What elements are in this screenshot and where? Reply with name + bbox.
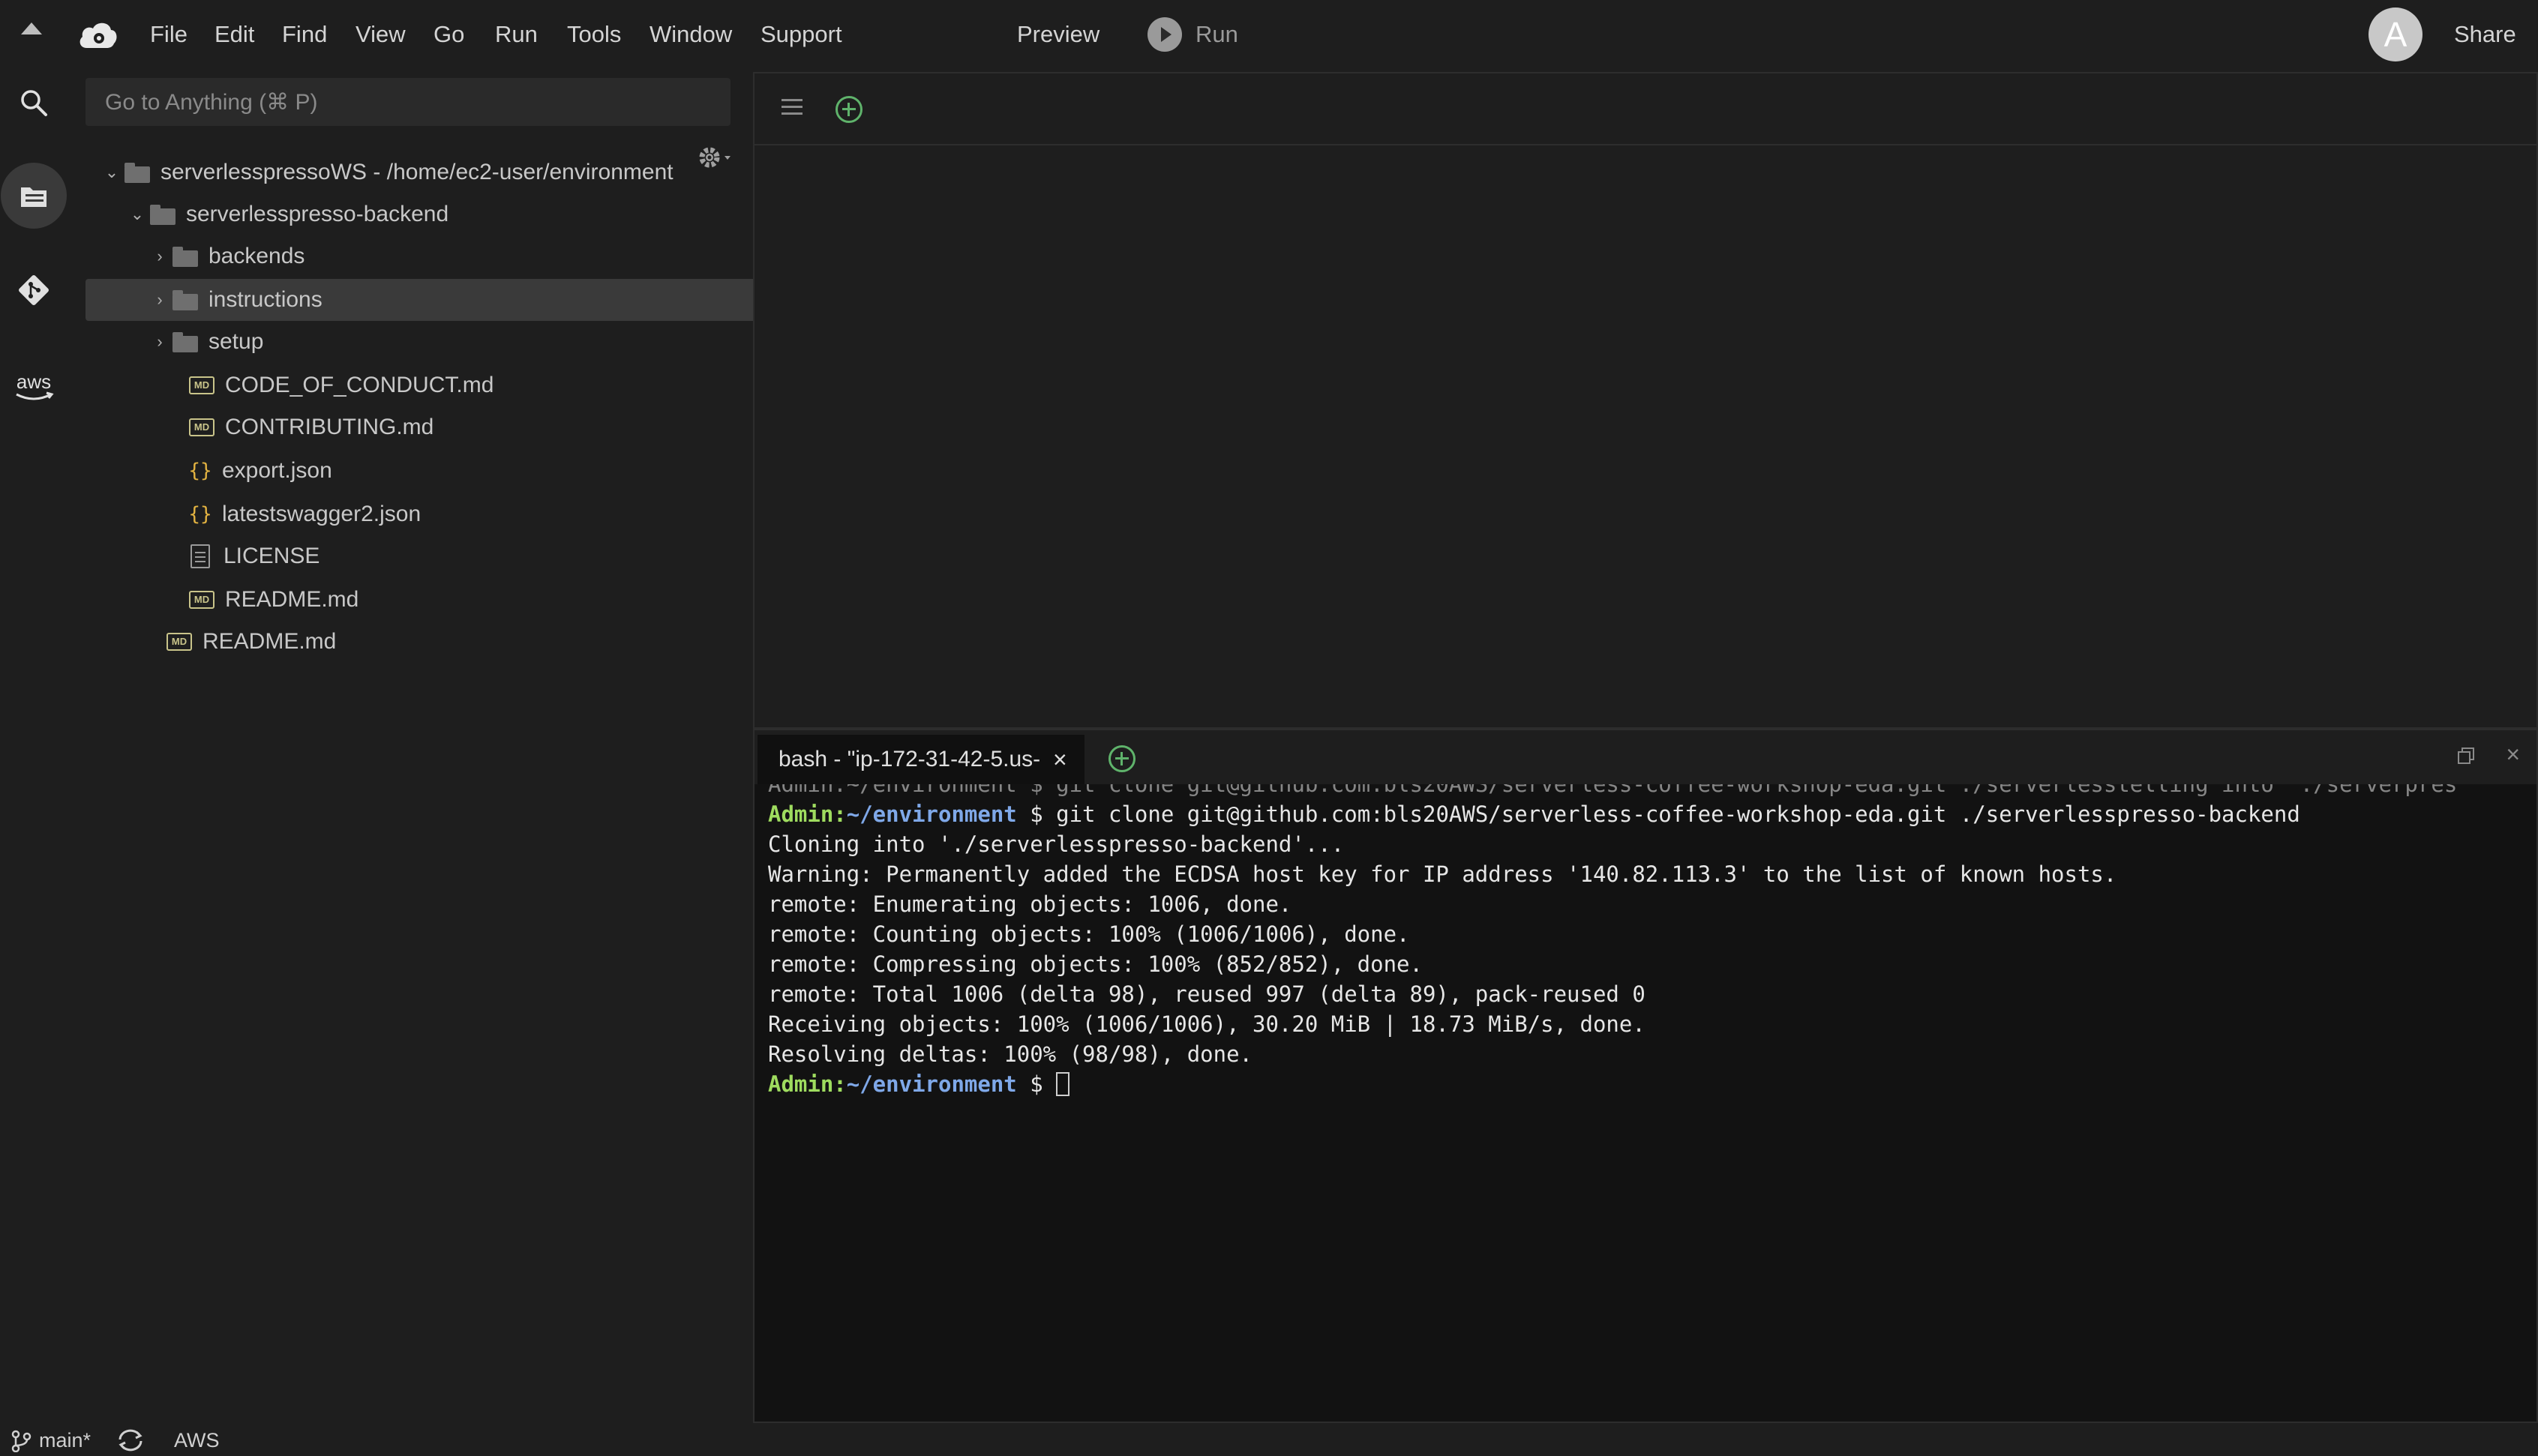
folder-icon	[150, 205, 176, 225]
tree-item-label: setup	[208, 329, 264, 354]
menu-support[interactable]: Support	[760, 19, 842, 49]
menu-run[interactable]: Run	[495, 19, 538, 49]
json-file-icon: {}	[188, 503, 212, 526]
terminal-output[interactable]: Admin:~/environment $ git clone git@gith…	[754, 784, 2536, 1422]
tree-item-export-json[interactable]: {} export.json	[86, 450, 824, 492]
chevron-right-icon[interactable]: ›	[152, 290, 168, 310]
tree-item-label: serverlesspresso-backend	[186, 202, 449, 226]
aws-status[interactable]: AWS	[174, 1429, 220, 1452]
hamburger-menu-icon[interactable]	[782, 99, 802, 115]
tree-item-backends[interactable]: › backends	[86, 235, 790, 277]
chevron-right-icon[interactable]: ›	[152, 247, 168, 266]
new-terminal-plus-icon[interactable]	[1108, 745, 1136, 772]
terminal-output-line: remote: Compressing objects: 100% (852/8…	[768, 951, 1423, 977]
play-icon	[1148, 17, 1182, 52]
file-explorer: ⌄ serverlesspressoWS - /home/ec2-user/en…	[68, 69, 790, 1419]
git-branch-status[interactable]: main*	[10, 1429, 91, 1452]
tree-item-label: serverlesspressoWS - /home/ec2-user/envi…	[160, 160, 674, 184]
menu-go[interactable]: Go	[434, 19, 464, 49]
files-icon[interactable]	[0, 162, 68, 229]
search-icon[interactable]	[0, 69, 68, 136]
collapse-menu-caret-icon[interactable]	[21, 22, 42, 34]
chevron-right-icon[interactable]: ›	[152, 332, 168, 352]
chevron-down-icon[interactable]: ⌄	[104, 163, 120, 182]
tree-item-root-folder[interactable]: ⌄ serverlesspressoWS - /home/ec2-user/en…	[86, 151, 742, 193]
terminal-panel: bash - "ip-172-31-42-5.us- × × Admin:~/e…	[753, 729, 2538, 1423]
menu-bar: File Edit Find View Go Run Tools Window …	[0, 0, 2538, 69]
branch-name: main*	[39, 1429, 92, 1452]
aws-logo-text: aws	[16, 370, 51, 393]
close-tab-icon[interactable]: ×	[1053, 746, 1067, 774]
editor-pane	[753, 72, 2538, 729]
terminal-line-cut: Admin:~/environment $ git clone git@gith…	[768, 784, 2458, 797]
markdown-file-icon: MD	[189, 376, 214, 394]
markdown-file-icon: MD	[166, 633, 192, 651]
terminal-tab-bash[interactable]: bash - "ip-172-31-42-5.us- ×	[758, 735, 1084, 784]
tree-item-instructions[interactable]: › instructions	[86, 279, 790, 321]
terminal-output-line: Receiving objects: 100% (1006/1006), 30.…	[768, 1011, 1646, 1037]
tree-item-setup[interactable]: › setup	[86, 321, 790, 363]
tree-item-label: README.md	[225, 587, 359, 612]
cloud9-logo-icon[interactable]	[76, 18, 118, 51]
git-branch-icon	[11, 1430, 32, 1452]
text-file-icon	[190, 544, 210, 568]
tree-item-readme-root[interactable]: MD README.md	[86, 621, 801, 663]
menu-tools[interactable]: Tools	[567, 19, 621, 49]
chevron-down-icon[interactable]: ⌄	[129, 205, 146, 224]
terminal-output-line: remote: Counting objects: 100% (1006/100…	[768, 921, 1410, 947]
tree-item-label: latestswagger2.json	[222, 502, 422, 526]
aws-icon[interactable]: aws	[0, 354, 68, 421]
menu-find[interactable]: Find	[282, 19, 327, 49]
close-panel-icon[interactable]: ×	[2506, 741, 2520, 768]
menu-edit[interactable]: Edit	[214, 19, 254, 49]
menu-file[interactable]: File	[150, 19, 188, 49]
tree-item-readme-backend[interactable]: MD README.md	[86, 579, 824, 621]
preview-button[interactable]: Preview	[1017, 19, 1100, 49]
terminal-tab-bar: bash - "ip-172-31-42-5.us- × ×	[754, 730, 2536, 784]
markdown-file-icon: MD	[189, 591, 214, 609]
terminal-command-line: Admin:~/environment $ git clone git@gith…	[768, 801, 2300, 827]
menu-window[interactable]: Window	[650, 19, 732, 49]
tree-item-license[interactable]: LICENSE	[86, 535, 824, 577]
new-tab-plus-icon[interactable]	[836, 96, 862, 123]
goto-anything-box[interactable]	[86, 78, 730, 127]
editor-tab-bar	[754, 73, 2536, 145]
terminal-output-line: remote: Enumerating objects: 1006, done.	[768, 891, 1292, 917]
tree-item-contributing[interactable]: MD CONTRIBUTING.md	[86, 406, 824, 448]
terminal-output-line: remote: Total 1006 (delta 98), reused 99…	[768, 981, 1646, 1007]
menu-view[interactable]: View	[356, 19, 406, 49]
activity-bar: aws	[0, 69, 68, 1419]
run-button[interactable]: Run	[1148, 16, 1238, 52]
json-file-icon: {}	[188, 460, 212, 482]
tree-item-label: LICENSE	[224, 544, 320, 568]
git-icon[interactable]	[0, 256, 68, 324]
folder-icon	[172, 290, 198, 310]
restore-window-icon[interactable]	[2457, 747, 2475, 765]
tree-item-backend-folder[interactable]: ⌄ serverlesspresso-backend	[86, 193, 768, 235]
terminal-output-line: Resolving deltas: 100% (98/98), done.	[768, 1041, 1253, 1067]
terminal-cursor	[1056, 1072, 1070, 1096]
terminal-tab-label: bash - "ip-172-31-42-5.us-	[778, 747, 1041, 771]
folder-icon	[172, 247, 198, 267]
tree-item-latestswagger2[interactable]: {} latestswagger2.json	[86, 493, 824, 535]
terminal-output-line: Warning: Permanently added the ECDSA hos…	[768, 861, 2117, 887]
avatar[interactable]: A	[2368, 7, 2422, 61]
markdown-file-icon: MD	[189, 418, 214, 436]
tree-item-label: instructions	[208, 287, 322, 312]
tree-item-label: backends	[208, 244, 305, 268]
tree-item-label: export.json	[222, 458, 332, 483]
tree-item-label: README.md	[202, 629, 337, 654]
share-button[interactable]: Share	[2454, 21, 2516, 48]
run-button-label: Run	[1196, 21, 1238, 47]
tree-item-label: CODE_OF_CONDUCT.md	[225, 373, 494, 397]
tree-item-code-of-conduct[interactable]: MD CODE_OF_CONDUCT.md	[86, 364, 824, 406]
status-bar: main* AWS	[0, 1423, 2538, 1456]
folder-icon	[172, 332, 198, 352]
sync-icon[interactable]	[116, 1428, 146, 1453]
terminal-prompt-line[interactable]: Admin:~/environment $	[768, 1069, 2536, 1099]
tree-item-label: CONTRIBUTING.md	[225, 415, 434, 439]
goto-anything-input[interactable]	[104, 78, 706, 127]
folder-icon	[124, 163, 150, 183]
terminal-output-line: Cloning into './serverlesspresso-backend…	[768, 831, 1345, 857]
